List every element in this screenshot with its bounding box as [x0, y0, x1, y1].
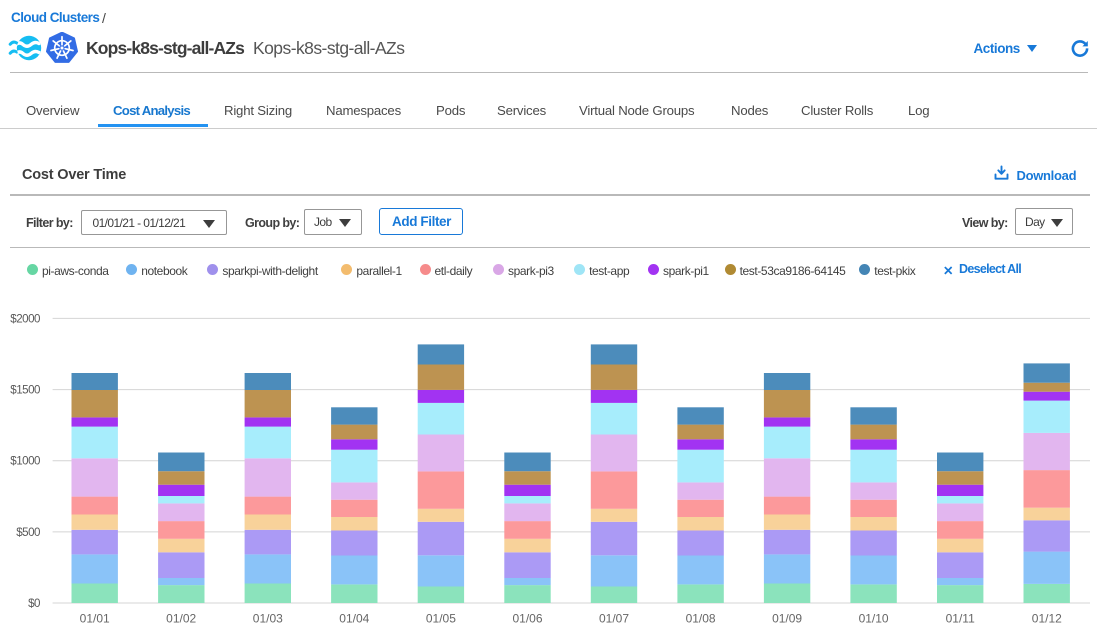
svg-text:01/09: 01/09: [772, 612, 802, 626]
svg-text:01/08: 01/08: [686, 612, 716, 626]
svg-text:01/05: 01/05: [426, 612, 456, 626]
svg-text:01/04: 01/04: [339, 612, 369, 626]
svg-text:$1500: $1500: [10, 384, 40, 397]
svg-text:01/03: 01/03: [253, 612, 283, 626]
svg-text:$1000: $1000: [10, 455, 40, 468]
svg-text:$500: $500: [16, 526, 40, 539]
svg-text:01/12: 01/12: [1032, 612, 1062, 626]
svg-text:01/10: 01/10: [859, 612, 889, 626]
svg-text:01/07: 01/07: [599, 612, 629, 626]
svg-text:$2000: $2000: [10, 312, 40, 325]
svg-text:01/11: 01/11: [946, 612, 975, 626]
svg-text:01/02: 01/02: [166, 612, 196, 626]
svg-text:01/06: 01/06: [512, 612, 542, 626]
svg-text:$0: $0: [28, 597, 40, 610]
svg-text:01/01: 01/01: [80, 612, 110, 626]
